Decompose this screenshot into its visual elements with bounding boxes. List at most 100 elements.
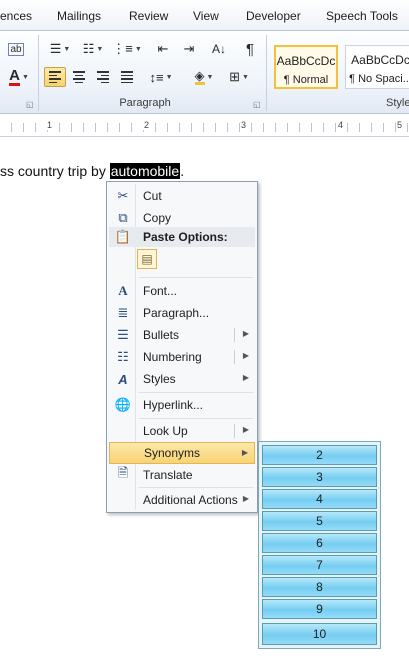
style-no-spacing[interactable]: AaBbCcDc ¶ No Spaci... [345, 45, 409, 89]
menu-item-copy[interactable]: ⧉ Copy [109, 207, 255, 229]
styles-icon: A [118, 371, 128, 387]
menu-item-label: Font... [143, 284, 178, 298]
submenu-arrow-icon: ▶ [242, 373, 249, 382]
submenu-arrow-icon[interactable]: ▶ [243, 329, 249, 338]
tab-speech-tools[interactable]: Speech Tools [326, 9, 398, 23]
menu-item-hyperlink[interactable]: 🌐 Hyperlink... [109, 394, 255, 416]
font-dialog-launcher-icon[interactable]: ◱ [26, 100, 34, 109]
selected-word[interactable]: automobile [109, 163, 181, 179]
paragraph-dialog-launcher-icon[interactable]: ◱ [253, 100, 261, 109]
submenu-arrow-icon[interactable]: ▶ [243, 425, 249, 434]
menu-item-cut[interactable]: ✂ Cut [109, 185, 255, 207]
tab-mailings[interactable]: Mailings [57, 9, 101, 23]
document-text: ss country trip by [0, 163, 110, 179]
align-left-button[interactable] [44, 67, 66, 87]
show-formatting-marks-icon[interactable]: ¶ [240, 39, 260, 59]
submenu-arrow-icon: ▶ [241, 448, 248, 457]
menu-item-look-up[interactable]: Look Up ▶ [109, 420, 255, 442]
menu-item-label: Cut [143, 189, 162, 203]
synonym-item[interactable]: 6 [262, 533, 377, 553]
menu-item-label: Hyperlink... [143, 398, 204, 412]
synonym-item[interactable]: 7 [262, 555, 377, 575]
style-sample: AaBbCcDc [276, 54, 336, 68]
menu-item-styles[interactable]: A Styles ▶ [109, 368, 255, 390]
group-divider [38, 35, 39, 111]
menu-item-label: Bullets [143, 328, 180, 342]
translate-icon: 🗎 [117, 465, 129, 480]
sort-icon[interactable]: A↓ [208, 39, 230, 59]
multilevel-list-button[interactable]: ⋮≡ ▼ [112, 39, 142, 59]
synonym-item[interactable]: 9 [262, 599, 377, 619]
decrease-indent-icon[interactable]: ⇤ [152, 39, 174, 59]
ribbon: ab A▼ ◱ ☰▼ ☷▼ ⋮≡▼ ⇤ ⇥ A↓ ¶ ↕≡▼ ◈▼ [0, 31, 409, 114]
font-icon: A [118, 283, 128, 298]
bullets-icon: ☰ [117, 327, 129, 342]
menu-header-paste-options: 📋 Paste Options: [109, 227, 255, 247]
synonyms-submenu: 2 3 4 5 6 7 8 9 10 [258, 441, 381, 649]
align-right-button[interactable] [92, 67, 114, 87]
style-normal[interactable]: AaBbCcDc ¶ Normal [274, 45, 338, 89]
tab-review[interactable]: Review [129, 9, 168, 23]
shading-button[interactable]: ◈ ▼ [188, 67, 220, 87]
submenu-split [234, 424, 235, 438]
menu-item-paragraph[interactable]: ≣ Paragraph... [109, 302, 255, 324]
paragraph-icon: ≣ [117, 305, 129, 320]
menu-item-label: Synonyms [144, 446, 201, 460]
scissors-icon: ✂ [117, 188, 129, 203]
bullets-button[interactable]: ☰ ▼ [46, 39, 74, 59]
ruler-number: 2 [143, 120, 151, 130]
style-name: ¶ No Spaci... [349, 73, 409, 85]
justify-button[interactable] [116, 67, 138, 87]
menu-item-numbering[interactable]: ☷ Numbering ▶ [109, 346, 255, 368]
menu-item-label: Additional Actions [143, 493, 238, 507]
font-color-button[interactable]: A ▼ [4, 67, 34, 87]
numbering-icon: ☷ [117, 349, 129, 364]
line-spacing-button[interactable]: ↕≡ ▼ [146, 67, 176, 87]
menu-item-translate[interactable]: 🗎 Translate [109, 464, 255, 486]
style-sample: AaBbCcDc [351, 53, 409, 67]
numbering-button[interactable]: ☷ ▼ [78, 39, 108, 59]
paste-keep-formatting-icon[interactable]: ▤ [137, 249, 157, 269]
synonym-item[interactable]: 8 [262, 577, 377, 597]
synonym-item[interactable]: 3 [262, 467, 377, 487]
menu-separator [139, 392, 253, 393]
clipboard-icon: 📋 [114, 229, 132, 244]
align-center-button[interactable] [68, 67, 90, 87]
group-divider [266, 35, 267, 111]
synonym-item[interactable]: 10 [262, 623, 377, 645]
submenu-split [234, 328, 235, 342]
ruler-number: 5 [396, 120, 404, 130]
ruler-number: 1 [46, 120, 54, 130]
context-menu: ✂ Cut ⧉ Copy 📋 Paste Options: A Font... … [106, 181, 258, 513]
synonym-item[interactable]: 2 [262, 445, 377, 465]
ruler-ticks [0, 123, 409, 132]
menu-separator [139, 277, 253, 278]
submenu-arrow-icon: ▶ [242, 494, 249, 503]
ribbon-tab-bar: ences Mailings Review View Developer Spe… [0, 0, 409, 31]
menu-item-label: Numbering [143, 350, 202, 364]
menu-item-additional-actions[interactable]: Additional Actions ▶ [109, 489, 255, 511]
tab-developer[interactable]: Developer [246, 9, 301, 23]
document-text-line[interactable]: ss country trip by automobile. [0, 163, 184, 179]
menu-item-label: Translate [143, 468, 193, 482]
submenu-arrow-icon[interactable]: ▶ [243, 351, 249, 360]
menu-separator [139, 487, 253, 488]
borders-button[interactable]: ⊞ ▼ [224, 67, 254, 87]
tab-references[interactable]: ences [0, 9, 32, 23]
text-effects-icon[interactable]: ab [6, 39, 26, 59]
menu-item-font[interactable]: A Font... [109, 280, 255, 302]
horizontal-ruler[interactable]: 1 2 3 4 5 [0, 114, 409, 137]
tab-view[interactable]: View [193, 9, 219, 23]
menu-item-label: Copy [143, 211, 172, 225]
menu-item-synonyms[interactable]: Synonyms ▶ [109, 442, 255, 464]
document-text: . [180, 163, 185, 179]
globe-link-icon: 🌐 [114, 397, 132, 412]
increase-indent-icon[interactable]: ⇥ [178, 39, 200, 59]
synonym-item[interactable]: 5 [262, 511, 377, 531]
menu-item-bullets[interactable]: ☰ Bullets ▶ [109, 324, 255, 346]
ruler-number: 3 [240, 120, 248, 130]
synonym-item[interactable]: 4 [262, 489, 377, 509]
menu-separator [139, 418, 253, 419]
copy-icon: ⧉ [118, 210, 128, 225]
submenu-split [234, 350, 235, 364]
